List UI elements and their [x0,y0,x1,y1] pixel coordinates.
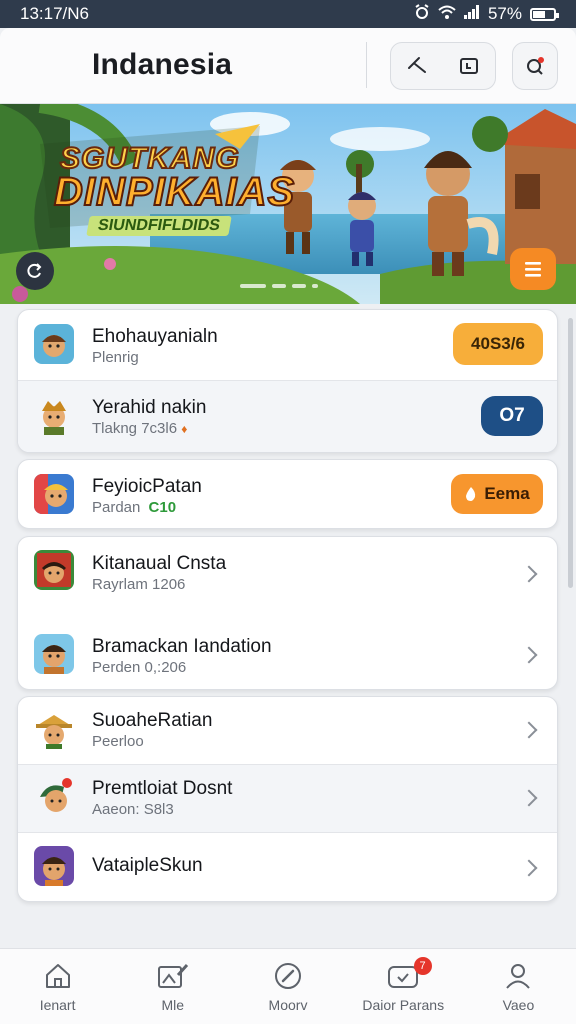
nav-item-home[interactable]: Ienart [0,949,115,1024]
list-item[interactable]: Kitanaual Cnsta Rayrlam 1206 [18,537,557,614]
banner-title-line3: SIUNDFIFLDIDS [86,216,232,236]
header-action-group [390,42,496,90]
flame-icon [466,487,476,501]
chevron-right-icon[interactable] [520,565,538,583]
game-avatar [34,395,74,435]
share-button[interactable] [391,43,443,89]
item-title: VataipleSkun [92,855,203,876]
carousel-dot[interactable] [292,284,306,288]
list-card-group: SuoaheRatian Peerloo Premtloiat Dosnt Aa… [17,696,558,902]
game-avatar [34,634,74,674]
nav-label: Vaeo [502,997,535,1013]
list-item[interactable]: Yerahid nakin Tlakng 7c3l6 ♦ O7 [18,381,557,452]
nav-label: Daior Parans [362,997,445,1013]
hero-banner[interactable]: SGUTKANG DINPIKAIAS SIUNDFIFLDIDS [0,104,576,304]
list-item[interactable]: Ehohauyanialn Plenrig 40S3/6 [18,310,557,381]
app-header: Indanesia [0,28,576,104]
list-item[interactable]: SuoaheRatian Peerloo [18,697,557,765]
item-action-label: Eema [484,484,530,503]
item-subtitle-badge: C10 [148,499,177,516]
list-card-featured: Ehohauyanialn Plenrig 40S3/6 Yerahid nak… [17,309,558,453]
carousel-dot[interactable] [312,284,318,288]
item-action-button[interactable]: Eema [451,474,543,514]
status-bar: 13:17/N6 57% [0,0,576,28]
game-avatar [34,709,74,749]
nav-item-profile[interactable]: Vaeo [461,949,576,1024]
status-time: 13:17/N6 [20,4,89,23]
nav-item-files[interactable]: Mle [115,949,230,1024]
battery-percent: 57% [487,4,522,23]
search-icon [527,57,544,75]
item-action-button[interactable]: 40S3/6 [453,323,543,365]
nav-label: Ienart [39,997,76,1013]
item-subtitle: Rayrlam 1206 [92,576,186,593]
header-divider [366,42,367,88]
profile-icon [506,964,531,989]
carousel-dot[interactable] [240,284,266,288]
game-avatar [34,474,74,514]
list-card-single: FeyioicPatan Pardan C10 Eema [17,459,558,529]
item-subtitle-text: Pardan [92,499,141,516]
bookmark-icon [460,58,478,74]
home-icon [45,964,70,988]
item-subtitle: Peerloo [92,733,144,750]
image-edit-icon [157,963,188,988]
nav-label: Moorv [268,997,308,1013]
item-title: Yerahid nakin [92,397,207,418]
item-subtitle-glyph: ♦ [181,422,188,436]
item-subtitle: Aaeon: S8l3 [92,801,174,818]
alarm-icon [414,3,430,25]
notification-badge: 7 [413,957,432,975]
list-item[interactable]: FeyioicPatan Pardan C10 Eema [18,460,557,528]
wifi-icon [438,4,456,24]
item-subtitle: Perden 0,:206 [92,659,187,676]
item-action-button[interactable]: O7 [481,396,543,436]
chevron-right-icon[interactable] [520,789,538,807]
list-item[interactable]: VataipleSkun [18,833,557,901]
item-subtitle-text: Tlakng 7c3l6 [92,420,178,437]
status-icons: 57% [414,3,559,25]
chevron-right-icon[interactable] [520,721,538,739]
battery-icon [530,7,559,21]
list-card-group: Kitanaual Cnsta Rayrlam 1206 Bramackan I… [17,536,558,690]
nav-item-games[interactable]: 7 Daior Parans [346,949,461,1024]
item-title: Kitanaual Cnsta [92,553,227,574]
chevron-right-icon[interactable] [520,646,538,664]
bottom-navigation: Ienart Mle Moorv 7 Daior Parans Vaeo [0,948,576,1024]
banner-menu-button[interactable] [510,248,556,290]
save-button[interactable] [443,43,495,89]
item-title: SuoaheRatian [92,710,213,731]
item-title: FeyioicPatan [92,476,202,497]
game-avatar [34,846,74,886]
banner-nav-button[interactable] [16,252,54,290]
game-avatar [34,550,74,590]
item-subtitle: Pardan C10 [92,499,176,516]
chevron-right-icon[interactable] [520,859,538,877]
item-subtitle: Tlakng 7c3l6 ♦ [92,420,187,437]
compass-icon [275,963,301,989]
item-action-label: 40S3/6 [471,334,525,353]
rotate-icon [27,263,42,278]
list-item[interactable]: Premtloiat Dosnt Aaeon: S8l3 [18,765,557,833]
carousel-dot[interactable] [272,284,286,288]
game-avatar [34,324,74,364]
banner-title-line2: DINPIKAIAS [53,169,296,215]
item-subtitle: Plenrig [92,349,139,366]
item-action-label: O7 [499,405,525,426]
list-item[interactable]: Bramackan Iandation Perden 0,:206 [18,614,557,689]
nav-label: Mle [161,997,185,1013]
item-title: Premtloiat Dosnt [92,778,233,799]
item-title: Ehohauyanialn [92,326,218,347]
carousel-indicator [240,284,318,288]
item-title: Bramackan Iandation [92,636,272,657]
menu-icon [525,262,541,277]
signal-icon [463,4,480,24]
game-avatar [34,777,74,817]
scrollbar[interactable] [568,318,573,588]
nav-item-explore[interactable]: Moorv [230,949,345,1024]
page-title: Indanesia [92,48,233,81]
search-button[interactable] [512,42,558,90]
share-icon [408,57,426,73]
